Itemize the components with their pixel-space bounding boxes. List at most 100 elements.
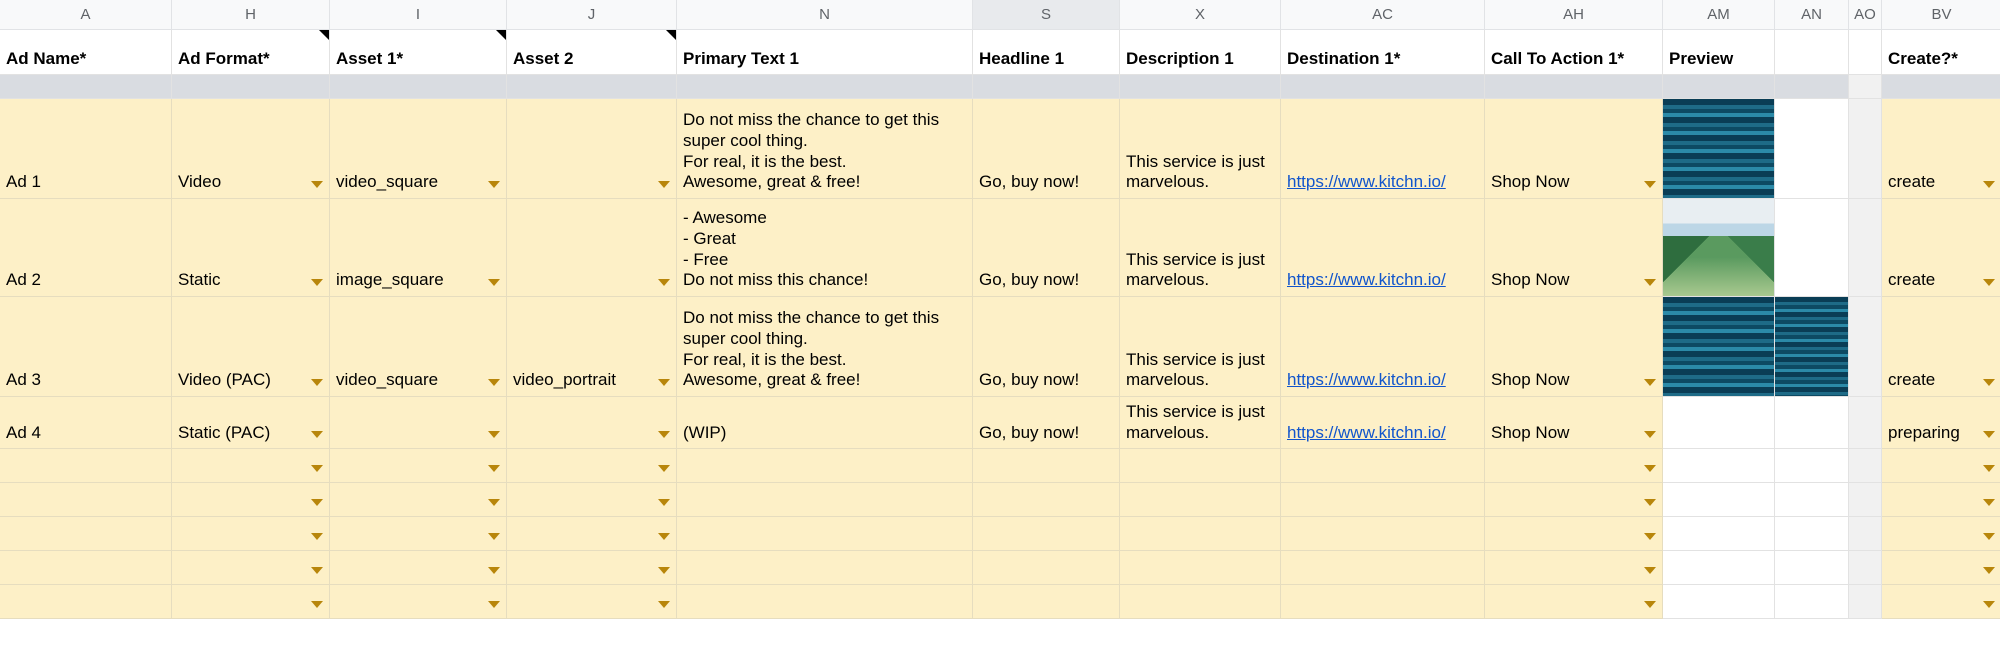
field-header[interactable]: Asset 2	[507, 30, 677, 75]
empty-cell[interactable]	[0, 449, 172, 483]
empty-cell[interactable]	[172, 483, 330, 517]
field-header[interactable]	[1775, 30, 1849, 75]
empty-cell[interactable]	[1775, 517, 1849, 551]
empty-cell[interactable]	[1849, 449, 1882, 483]
empty-cell[interactable]	[1120, 517, 1281, 551]
empty-cell[interactable]	[0, 551, 172, 585]
create-cell[interactable]: create	[1882, 199, 2000, 297]
column-header-ac[interactable]: AC	[1281, 0, 1485, 30]
ad-name-cell[interactable]: Ad 2	[0, 199, 172, 297]
empty-cell[interactable]	[973, 585, 1120, 619]
asset1-cell[interactable]	[330, 397, 507, 449]
column-header-an[interactable]: AN	[1775, 0, 1849, 30]
preview-cell[interactable]	[1663, 199, 1775, 297]
empty-cell[interactable]	[330, 585, 507, 619]
field-header[interactable]: Preview	[1663, 30, 1775, 75]
preview2-cell[interactable]	[1775, 199, 1849, 297]
empty-cell[interactable]	[1281, 483, 1485, 517]
field-header[interactable]: Destination 1*	[1281, 30, 1485, 75]
primary-text-cell[interactable]: - Awesome - Great - Free Do not miss thi…	[677, 199, 973, 297]
field-header[interactable]	[1849, 30, 1882, 75]
destination-link[interactable]: https://www.kitchn.io/	[1287, 172, 1446, 193]
empty-cell[interactable]	[507, 585, 677, 619]
empty-cell[interactable]	[1882, 585, 2000, 619]
field-header[interactable]: Description 1	[1120, 30, 1281, 75]
preview2-cell[interactable]	[1775, 99, 1849, 199]
column-header-i[interactable]: I	[330, 0, 507, 30]
asset2-cell[interactable]	[507, 397, 677, 449]
empty-cell[interactable]	[1775, 449, 1849, 483]
empty-cell[interactable]	[507, 449, 677, 483]
column-header-j[interactable]: J	[507, 0, 677, 30]
cta-cell[interactable]: Shop Now	[1485, 397, 1663, 449]
empty-cell[interactable]	[1485, 449, 1663, 483]
empty-cell[interactable]	[1849, 585, 1882, 619]
column-header-s[interactable]: S	[973, 0, 1120, 30]
description-cell[interactable]: This service is just marvelous.	[1120, 99, 1281, 199]
empty-cell[interactable]	[330, 517, 507, 551]
empty-cell[interactable]	[172, 551, 330, 585]
ad-format-cell[interactable]: Video (PAC)	[172, 297, 330, 397]
empty-cell[interactable]	[1882, 483, 2000, 517]
cta-cell[interactable]: Shop Now	[1485, 199, 1663, 297]
ad-format-cell[interactable]: Static (PAC)	[172, 397, 330, 449]
ad-format-cell[interactable]: Video	[172, 99, 330, 199]
description-cell[interactable]: This service is just marvelous.	[1120, 199, 1281, 297]
spreadsheet-grid[interactable]: AHIJNSXACAHAMANAOBVAd Name*Ad Format*Ass…	[0, 0, 2000, 619]
asset2-cell[interactable]	[507, 99, 677, 199]
empty-cell[interactable]	[0, 483, 172, 517]
asset2-cell[interactable]	[507, 199, 677, 297]
empty-cell[interactable]	[0, 517, 172, 551]
primary-text-cell[interactable]: Do not miss the chance to get this super…	[677, 99, 973, 199]
empty-cell[interactable]	[677, 517, 973, 551]
asset2-cell[interactable]: video_portrait	[507, 297, 677, 397]
empty-cell[interactable]	[1281, 449, 1485, 483]
asset1-cell[interactable]: image_square	[330, 199, 507, 297]
empty-cell[interactable]	[507, 483, 677, 517]
destination-cell[interactable]: https://www.kitchn.io/	[1281, 397, 1485, 449]
empty-cell[interactable]	[1775, 551, 1849, 585]
empty-cell[interactable]	[1849, 551, 1882, 585]
empty-cell[interactable]	[1663, 585, 1775, 619]
empty-cell[interactable]	[507, 517, 677, 551]
destination-link[interactable]: https://www.kitchn.io/	[1287, 270, 1446, 291]
headline-cell[interactable]: Go, buy now!	[973, 99, 1120, 199]
empty-cell[interactable]	[677, 483, 973, 517]
empty-cell[interactable]	[1663, 551, 1775, 585]
preview-cell[interactable]	[1663, 297, 1775, 397]
empty-cell[interactable]	[330, 483, 507, 517]
empty-cell[interactable]	[1120, 585, 1281, 619]
field-header[interactable]: Ad Name*	[0, 30, 172, 75]
field-header[interactable]: Primary Text 1	[677, 30, 973, 75]
empty-cell[interactable]	[677, 449, 973, 483]
empty-cell[interactable]	[973, 517, 1120, 551]
empty-cell[interactable]	[973, 551, 1120, 585]
create-cell[interactable]: create	[1882, 297, 2000, 397]
description-cell[interactable]: This service is just marvelous.	[1120, 397, 1281, 449]
empty-cell[interactable]	[1485, 585, 1663, 619]
empty-cell[interactable]	[677, 551, 973, 585]
field-header[interactable]: Create?*	[1882, 30, 2000, 75]
description-cell[interactable]: This service is just marvelous.	[1120, 297, 1281, 397]
empty-cell[interactable]	[1663, 517, 1775, 551]
primary-text-cell[interactable]: (WIP)	[677, 397, 973, 449]
empty-cell[interactable]	[1281, 585, 1485, 619]
headline-cell[interactable]: Go, buy now!	[973, 297, 1120, 397]
ad-format-cell[interactable]: Static	[172, 199, 330, 297]
empty-cell[interactable]	[1485, 483, 1663, 517]
empty-cell[interactable]	[1281, 551, 1485, 585]
empty-cell[interactable]	[1882, 449, 2000, 483]
empty-cell[interactable]	[1775, 483, 1849, 517]
headline-cell[interactable]: Go, buy now!	[973, 199, 1120, 297]
empty-cell[interactable]	[1849, 517, 1882, 551]
empty-cell[interactable]	[1281, 517, 1485, 551]
asset1-cell[interactable]: video_square	[330, 99, 507, 199]
empty-cell[interactable]	[172, 585, 330, 619]
destination-cell[interactable]: https://www.kitchn.io/	[1281, 99, 1485, 199]
cta-cell[interactable]: Shop Now	[1485, 99, 1663, 199]
column-header-a[interactable]: A	[0, 0, 172, 30]
empty-cell[interactable]	[1120, 483, 1281, 517]
headline-cell[interactable]: Go, buy now!	[973, 397, 1120, 449]
asset1-cell[interactable]: video_square	[330, 297, 507, 397]
empty-cell[interactable]	[1882, 517, 2000, 551]
